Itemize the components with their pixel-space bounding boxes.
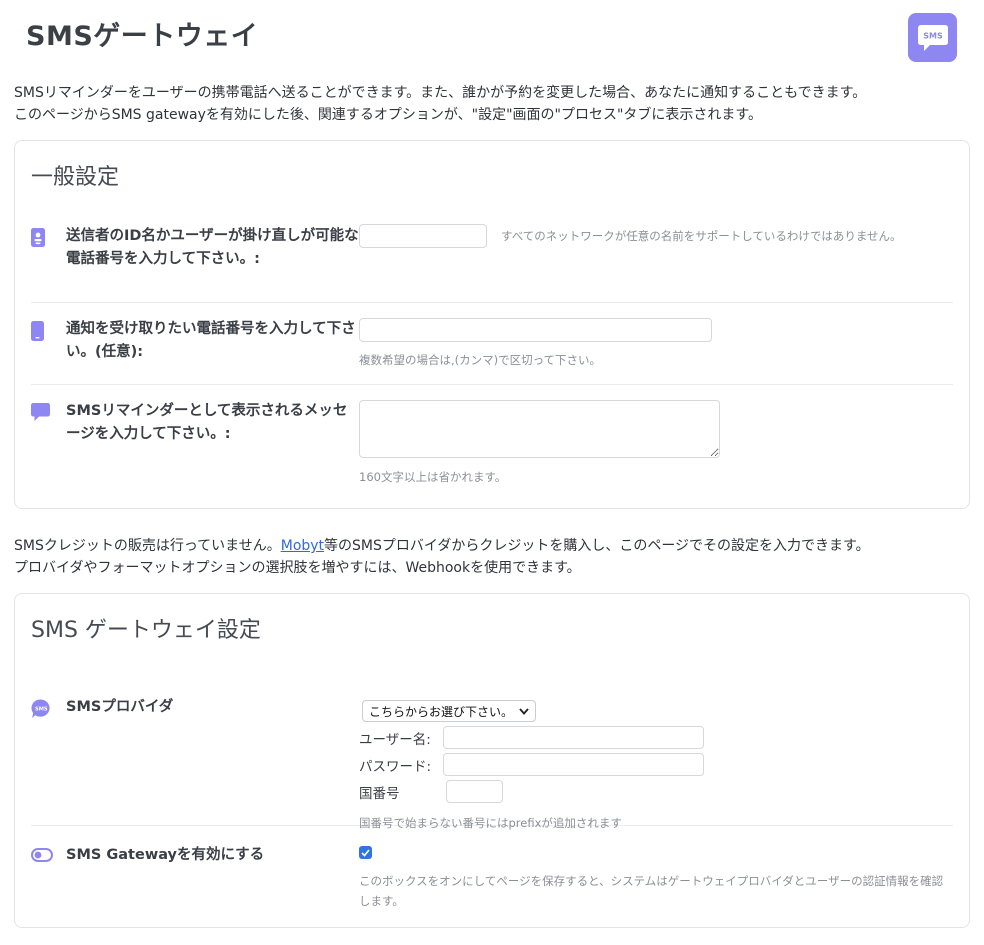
sms-provider-row: SMS SMSプロバイダ こちらからお選び下さい。 ユーザー名: パスワード: [31,646,953,830]
credit-info-before: SMSクレジットの販売は行っていません。 [14,538,281,554]
username-row: ユーザー名: [359,724,953,751]
credit-info-text: SMSクレジットの販売は行っていません。Mobyt等のSMSプロバイダからクレジ… [14,535,970,579]
reminder-message-row: SMSリマインダーとして表示されるメッセージを入力して下さい。: 160文字以上… [31,385,953,495]
page: SMSゲートウェイ SMS SMSリマインダーをユーザーの携帯電話へ送ることがで… [0,0,984,928]
reminder-message-textarea[interactable] [359,400,720,458]
sms-bubble-text: SMS [35,707,48,713]
credit-info-line-2: プロバイダやフォーマットオプションの選択肢を増やすには、Webhookを使用でき… [14,560,581,576]
sms-provider-select-value: こちらからお選び下さい。 [369,704,514,719]
gateway-settings-card: SMS ゲートウェイ設定 SMS SMSプロバイダ こちらからお選び下さい。 ユ… [14,593,970,928]
mobile-phone-icon [31,318,66,384]
sms-provider-select[interactable]: こちらからお選び下さい。 [362,700,537,722]
reminder-message-hint: 160文字以上は省かれます。 [359,470,507,484]
sender-id-row: 送信者のID名かユーザーが掛け直しが可能な電話番号を入力して下さい。: すべての… [31,193,953,303]
contact-card-icon [31,225,66,302]
sms-logo-text: SMS [923,31,943,40]
country-code-label: 国番号 [359,785,400,802]
credit-info-line-1: SMSクレジットの販売は行っていません。Mobyt等のSMSプロバイダからクレジ… [14,535,970,557]
password-input[interactable] [443,753,704,776]
gateway-settings-title: SMS ゲートウェイ設定 [31,618,261,643]
enable-gateway-row: SMS Gatewayを有効にする このボックスをオンにしてページを保存すると、… [31,826,953,921]
enable-gateway-hint: このボックスをオンにしてページを保存すると、システムはゲートウェイプロバイダとユ… [359,874,944,908]
general-settings-title: 一般設定 [31,165,120,190]
intro-line-2: このページからSMS gatewayを有効にした後、関連するオプションが、"設定… [14,107,762,123]
sender-id-hint: すべてのネットワークが任意の名前をサポートしているわけではありません。 [501,229,902,243]
notify-phone-input[interactable] [359,318,712,342]
sms-provider-field: こちらからお選び下さい。 ユーザー名: パスワード: 国番号 国番号で始まらない… [359,696,953,830]
reminder-message-field: 160文字以上は省かれます。 [359,400,953,495]
chevron-down-icon [519,707,529,715]
sms-provider-label: SMSプロバイダ [66,699,174,715]
page-title: SMSゲートウェイ [26,21,259,52]
sms-bubble-icon: SMS [31,696,66,825]
enable-gateway-label: SMS Gatewayを有効にする [66,847,265,863]
reminder-message-label: SMSリマインダーとして表示されるメッセージを入力して下さい。: [66,403,348,442]
sms-logo-icon: SMS [908,13,957,62]
checkmark-icon [361,848,370,857]
sender-id-input[interactable] [359,224,487,248]
sender-id-label: 送信者のID名かユーザーが掛け直しが可能な電話番号を入力して下さい。: [66,228,359,267]
speech-bubble-icon [31,400,66,495]
general-settings-card: 一般設定 送信者のID名かユーザーが掛け直しが可能な電話番号を入力して下さい。:… [14,140,970,509]
intro-text: SMSリマインダーをユーザーの携帯電話へ送ることができます。また、誰かが予約を変… [14,82,964,126]
notify-phone-field: 複数希望の場合は,(カンマ)で区切って下さい。 [359,318,953,384]
country-code-input[interactable] [446,780,503,803]
username-label: ユーザー名: [359,731,431,748]
country-code-row: 国番号 [359,778,953,805]
password-label: パスワード: [359,758,432,775]
intro-line-1: SMSリマインダーをユーザーの携帯電話へ送ることができます。また、誰かが予約を変… [14,85,867,101]
credit-info-after: 等のSMSプロバイダからクレジットを購入し、このページでその設定を入力できます。 [324,538,870,554]
enable-gateway-checkbox[interactable] [359,846,372,859]
sender-id-field: すべてのネットワークが任意の名前をサポートしているわけではありません。 [359,224,953,302]
username-input[interactable] [443,726,704,749]
password-row: パスワード: [359,751,953,778]
mobyt-link[interactable]: Mobyt [281,538,324,554]
toggle-icon [31,844,66,921]
enable-gateway-field: このボックスをオンにしてページを保存すると、システムはゲートウェイプロバイダとユ… [359,844,953,921]
page-header: SMSゲートウェイ SMS [14,0,970,68]
notify-phone-hint: 複数希望の場合は,(カンマ)で区切って下さい。 [359,353,602,367]
notify-phone-row: 通知を受け取りたい電話番号を入力して下さい。(任意): 複数希望の場合は,(カン… [31,303,953,385]
notify-phone-label: 通知を受け取りたい電話番号を入力して下さい。(任意): [66,321,356,360]
